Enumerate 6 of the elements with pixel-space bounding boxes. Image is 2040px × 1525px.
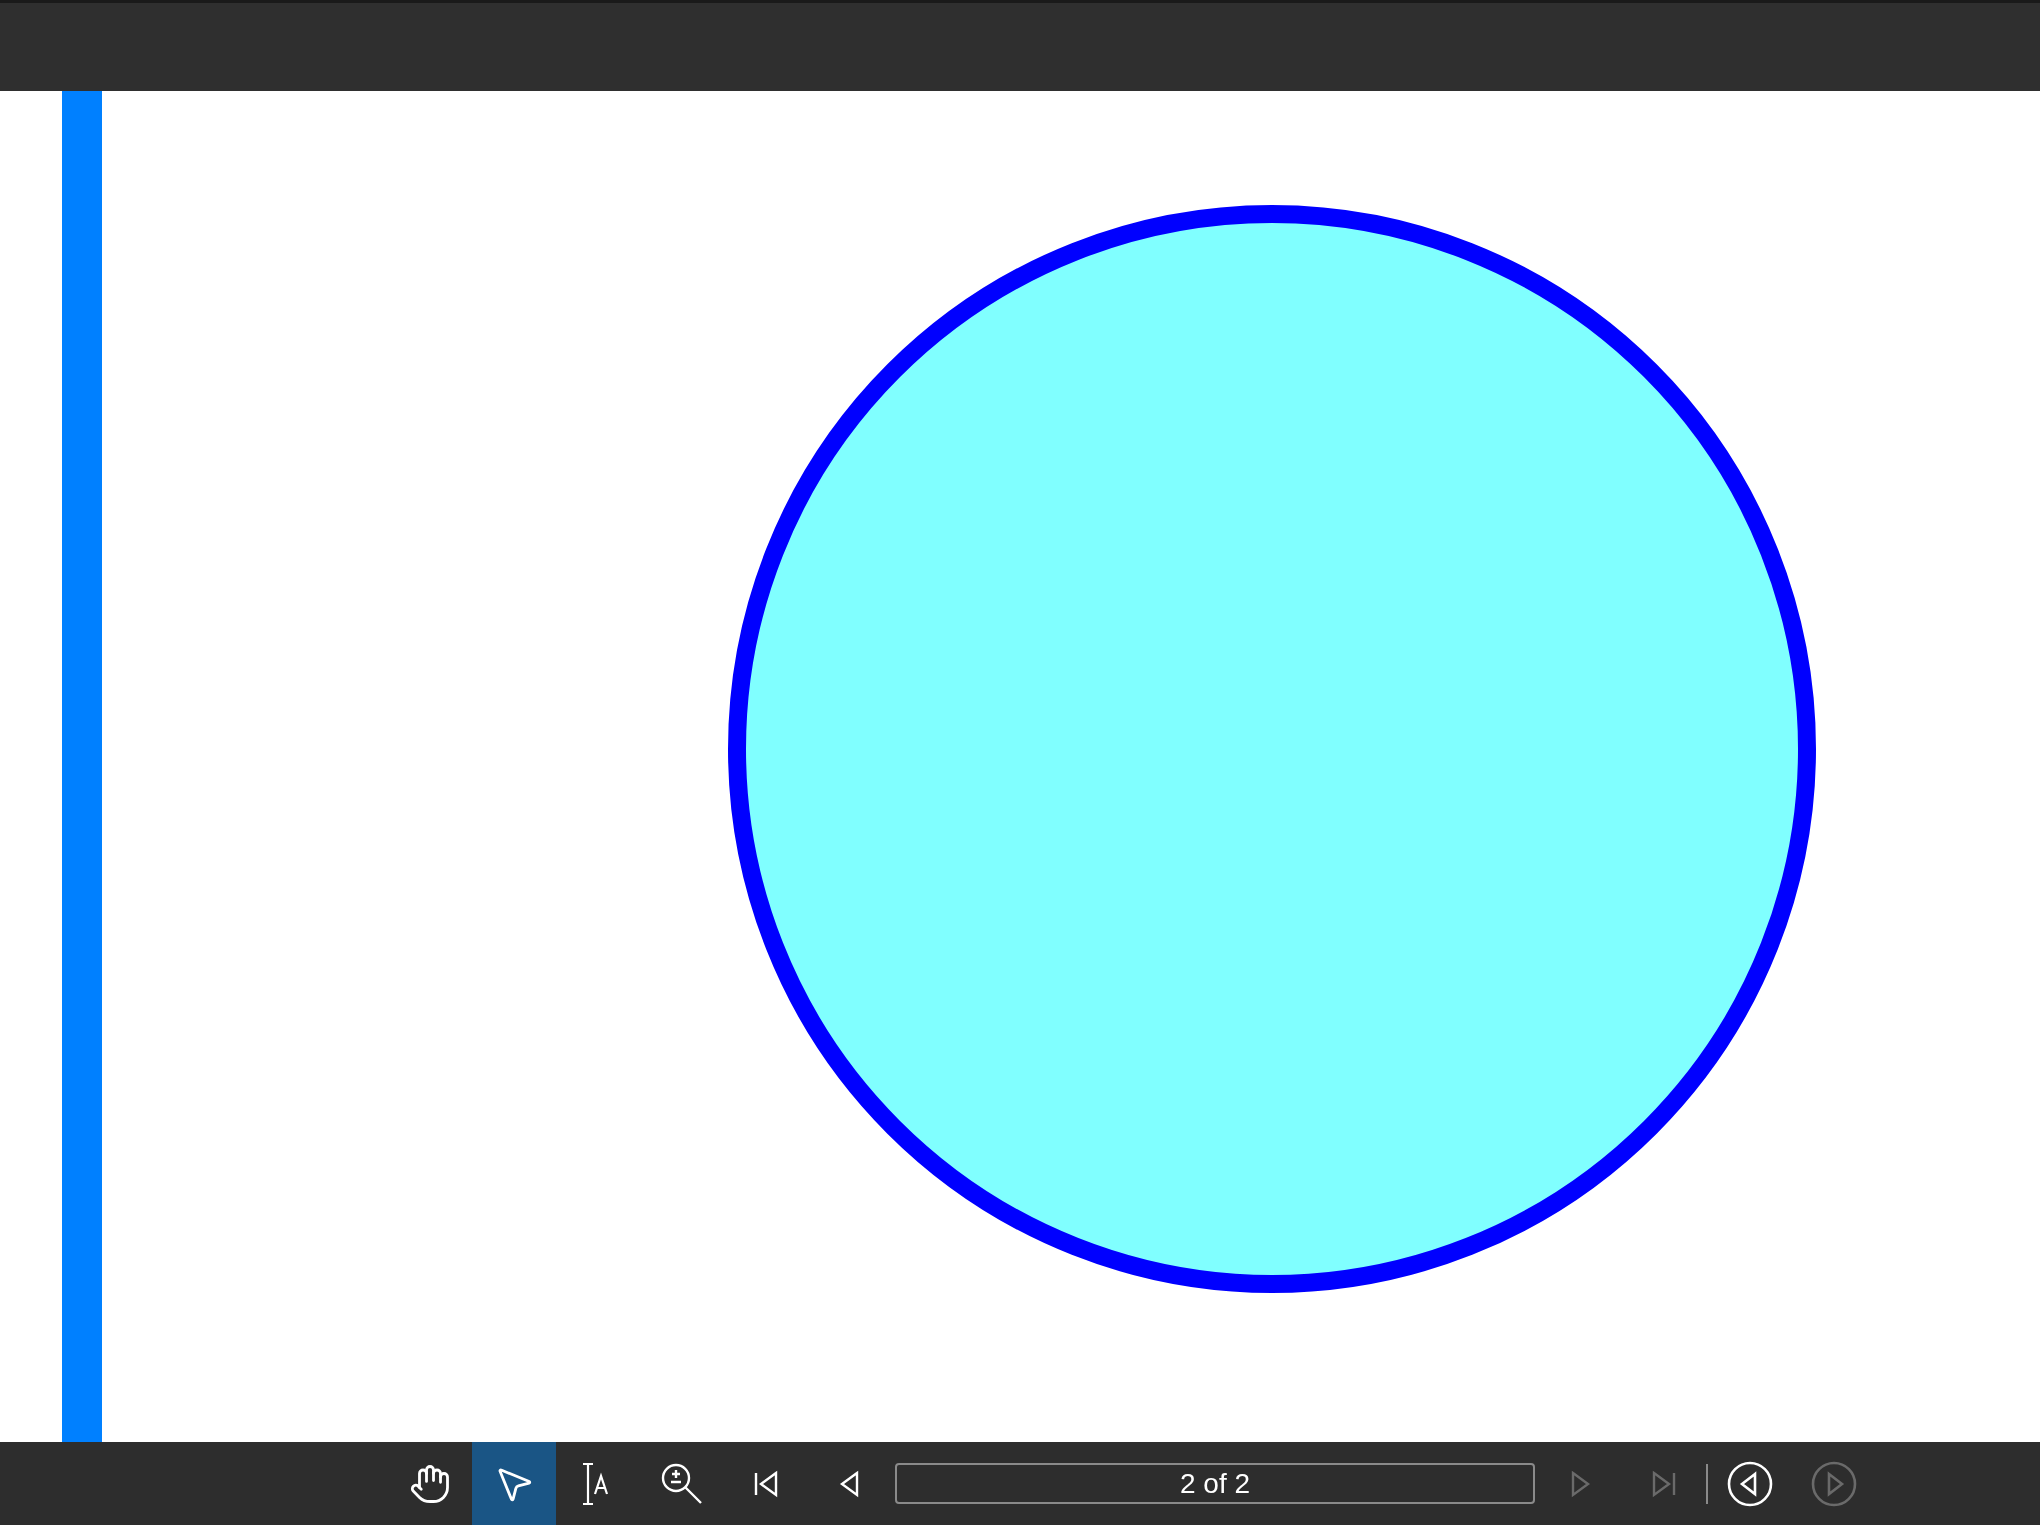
hand-icon — [409, 1462, 451, 1505]
forward-icon — [1811, 1460, 1857, 1507]
zoom-icon — [660, 1461, 704, 1506]
page-number-field[interactable]: 2 of 2 — [895, 1463, 1535, 1504]
back-icon — [1727, 1460, 1773, 1507]
select-tool-button[interactable] — [472, 1442, 556, 1525]
